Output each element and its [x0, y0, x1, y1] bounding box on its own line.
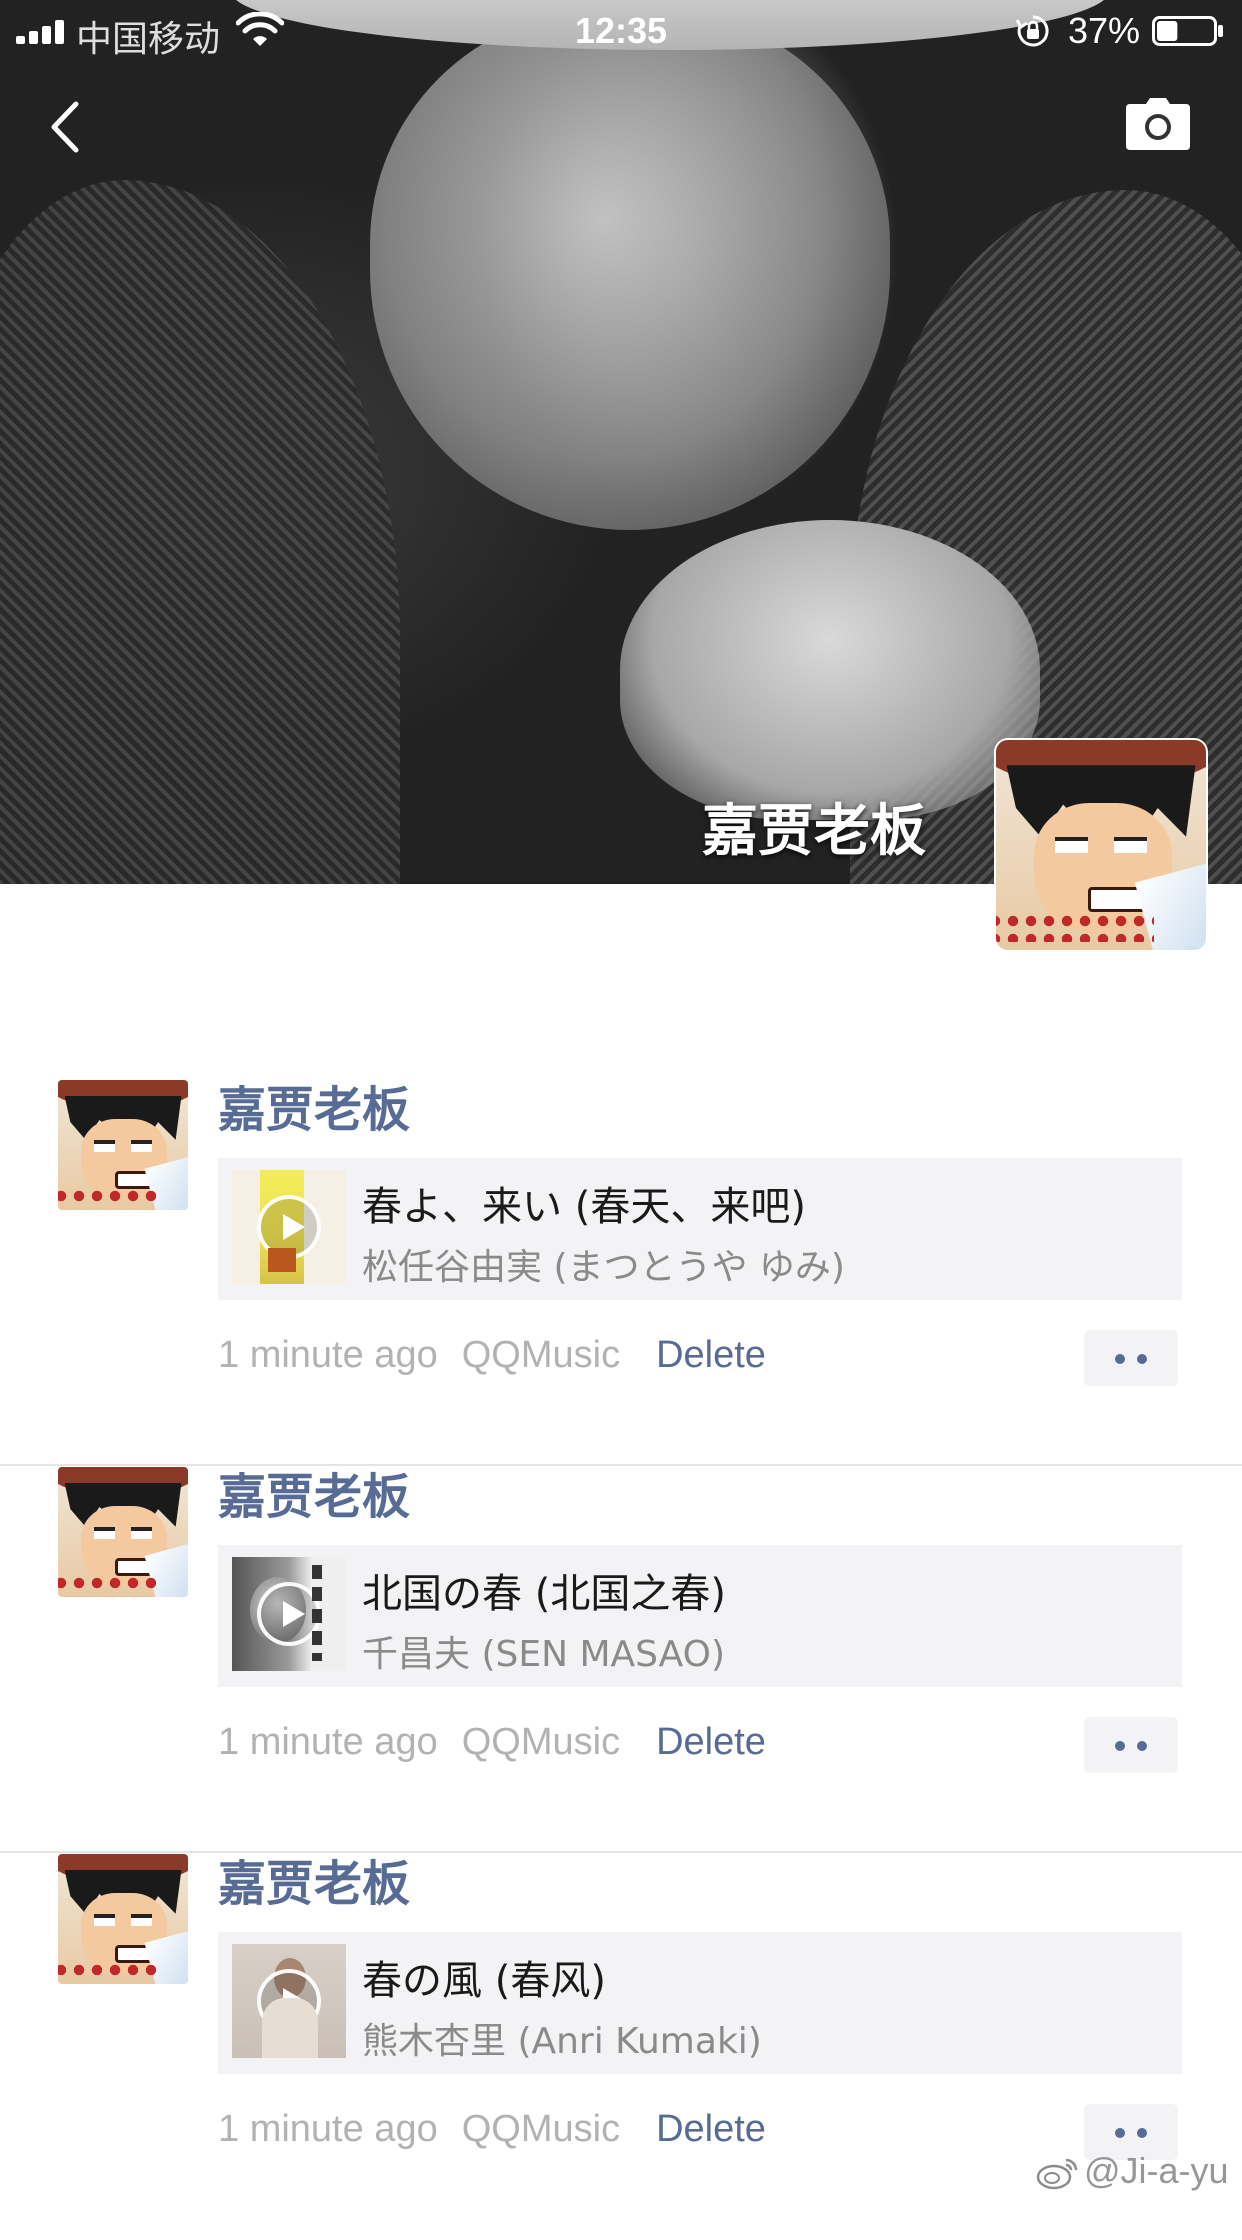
camera-button[interactable]: [1126, 98, 1190, 150]
divider: [0, 1851, 1242, 1853]
cover-photo-hand: [620, 520, 1040, 820]
delete-button[interactable]: Delete: [656, 2108, 766, 2150]
post-time: 1 minute ago: [218, 1721, 438, 1763]
post-time: 1 minute ago: [218, 1334, 438, 1376]
anime-avatar-image: [58, 1854, 188, 1984]
post-meta: 1 minute ago QQMusic Delete: [218, 1334, 766, 1377]
play-icon[interactable]: [257, 1195, 321, 1259]
album-cover: [232, 1170, 346, 1284]
divider: [0, 1464, 1242, 1466]
song-title: 春の風 (春风): [362, 1958, 606, 2004]
status-time: 12:35: [574, 10, 668, 51]
post-author-avatar[interactable]: [58, 1080, 188, 1210]
back-button[interactable]: [40, 92, 90, 162]
weibo-icon: [1036, 2159, 1078, 2190]
post-author-avatar[interactable]: [58, 1467, 188, 1597]
post-source[interactable]: QQMusic: [462, 1334, 620, 1376]
rotation-lock-icon: [1016, 15, 1049, 47]
play-icon[interactable]: [257, 1582, 321, 1646]
cover-photo-face: [370, 10, 890, 530]
battery-icon: [1152, 16, 1223, 46]
play-icon[interactable]: [257, 1969, 321, 2033]
album-cover: [232, 1944, 346, 2058]
song-title: 北国の春 (北国之春): [362, 1571, 726, 1617]
post-author-name[interactable]: 嘉贾老板: [218, 1854, 410, 1914]
anime-avatar-image: [996, 740, 1206, 950]
anime-avatar-image: [58, 1080, 188, 1210]
post-source[interactable]: QQMusic: [462, 2108, 620, 2150]
status-bar: 中国移动 12:35 37%: [0, 0, 1242, 60]
music-share-card[interactable]: 北国の春 (北国之春) 千昌夫 (SEN MASAO): [218, 1545, 1182, 1687]
feed-post: 嘉贾老板 北国の春 (北国之春) 千昌夫 (SEN MASAO) 1 minut…: [0, 1467, 1242, 1853]
album-cover: [232, 1557, 346, 1671]
watermark: @Ji-a-yu: [1036, 2150, 1229, 2192]
music-share-card[interactable]: 春よ、来い (春天、来吧) 松任谷由実 (まつとうや ゆみ): [218, 1158, 1182, 1300]
profile-avatar[interactable]: [996, 740, 1206, 950]
post-time: 1 minute ago: [218, 2108, 438, 2150]
anime-avatar-image: [58, 1467, 188, 1597]
profile-name: 嘉贾老板: [702, 799, 926, 864]
post-author-name[interactable]: 嘉贾老板: [218, 1080, 410, 1140]
song-artist: 松任谷由実 (まつとうや ゆみ): [362, 1247, 845, 1288]
more-dots-icon[interactable]: [1084, 1717, 1178, 1773]
song-artist: 熊木杏里 (Anri Kumaki): [362, 2021, 762, 2062]
music-share-card[interactable]: 春の風 (春风) 熊木杏里 (Anri Kumaki): [218, 1932, 1182, 2074]
post-source[interactable]: QQMusic: [462, 1721, 620, 1763]
post-meta: 1 minute ago QQMusic Delete: [218, 1721, 766, 1764]
delete-button[interactable]: Delete: [656, 1334, 766, 1376]
more-dots-icon[interactable]: [1084, 1330, 1178, 1386]
song-artist: 千昌夫 (SEN MASAO): [362, 1634, 726, 1675]
post-author-name[interactable]: 嘉贾老板: [218, 1467, 410, 1527]
cover-photo-coat-left: [0, 180, 400, 884]
post-author-avatar[interactable]: [58, 1854, 188, 1984]
battery-percent: 37%: [1068, 10, 1141, 51]
feed-post: 嘉贾老板 春よ、来い (春天、来吧) 松任谷由実 (まつとうや ゆみ) 1 mi…: [0, 1080, 1242, 1466]
post-meta: 1 minute ago QQMusic Delete: [218, 2108, 766, 2151]
watermark-text: @Ji-a-yu: [1084, 2150, 1229, 2191]
song-title: 春よ、来い (春天、来吧): [362, 1184, 806, 1230]
delete-button[interactable]: Delete: [656, 1721, 766, 1763]
